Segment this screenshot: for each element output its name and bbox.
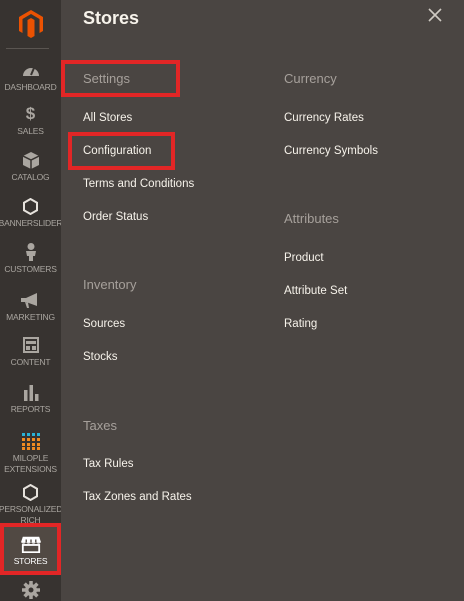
nav-personalized-label-1: PERSONALIZED [0,504,63,514]
link-sources[interactable]: Sources [83,318,125,330]
nav-bannerslider[interactable]: BANNERSLIDER [0,196,63,229]
magento-logo[interactable] [0,0,61,48]
link-stocks[interactable]: Stocks [83,351,118,363]
megaphone-icon [21,290,41,310]
cube-icon [21,150,41,170]
nav-catalog-label: CATALOG [11,172,50,182]
nav-content-label: CONTENT [10,357,51,367]
nav-milople-label-2: EXTENSIONS [4,464,57,474]
hexagon-icon [21,196,41,216]
link-all-stores[interactable]: All Stores [83,112,132,124]
link-tax-rules[interactable]: Tax Rules [83,458,134,470]
magento-logo-icon [18,10,43,38]
nav-milople-extensions[interactable]: MILOPLE EXTENSIONS [0,431,61,475]
link-product[interactable]: Product [284,252,324,264]
nav-customers[interactable]: CUSTOMERS [0,242,61,275]
link-order-status[interactable]: Order Status [83,211,148,223]
group-taxes-title: Taxes [83,418,117,433]
nav-reports[interactable]: REPORTS [0,382,61,415]
dollar-icon: $ [25,104,36,123]
group-inventory-title: Inventory [83,277,137,292]
nav-personalized-rich[interactable]: PERSONALIZED RICH [0,482,63,526]
stores-flyout-panel [61,0,464,601]
group-attributes-title: Attributes [284,211,339,226]
link-configuration[interactable]: Configuration [83,145,151,157]
close-icon [428,8,442,22]
nav-customers-label: CUSTOMERS [4,264,57,274]
nav-reports-label: REPORTS [10,404,51,414]
link-currency-symbols[interactable]: Currency Symbols [284,145,378,157]
nav-system[interactable] [0,580,61,601]
close-button[interactable] [424,4,446,26]
nav-sales[interactable]: $ SALES [0,104,61,137]
admin-sidebar: DASHBOARD $ SALES CATALOG BANNERSLIDER C… [0,0,63,601]
bar-chart-icon [21,382,41,402]
nav-marketing[interactable]: MARKETING [0,290,61,323]
link-terms-and-conditions[interactable]: Terms and Conditions [83,178,194,190]
dot-grid-icon [21,431,41,451]
nav-bannerslider-label: BANNERSLIDER [0,218,63,228]
link-currency-rates[interactable]: Currency Rates [284,112,364,124]
nav-catalog[interactable]: CATALOG [0,150,61,183]
person-icon [21,242,41,262]
storefront-icon [20,534,41,554]
logo-divider [6,48,49,49]
nav-marketing-label: MARKETING [6,312,55,322]
group-currency-title: Currency [284,71,337,86]
speedometer-icon [21,60,41,80]
nav-dashboard[interactable]: DASHBOARD [0,60,61,93]
link-rating[interactable]: Rating [284,318,317,330]
link-tax-zones-and-rates[interactable]: Tax Zones and Rates [83,491,192,503]
nav-milople-label-1: MILOPLE [12,453,49,463]
hexagon-icon [21,482,41,502]
nav-content[interactable]: CONTENT [0,335,61,368]
link-attribute-set[interactable]: Attribute Set [284,285,347,297]
nav-dashboard-label: DASHBOARD [4,82,57,92]
nav-stores-label: STORES [13,556,48,566]
group-settings-title: Settings [83,71,130,86]
nav-sales-label: SALES [17,126,44,136]
nav-stores[interactable]: STORES [0,534,61,567]
gear-icon [21,580,41,600]
layout-icon [21,335,41,355]
panel-title: Stores [83,8,140,28]
